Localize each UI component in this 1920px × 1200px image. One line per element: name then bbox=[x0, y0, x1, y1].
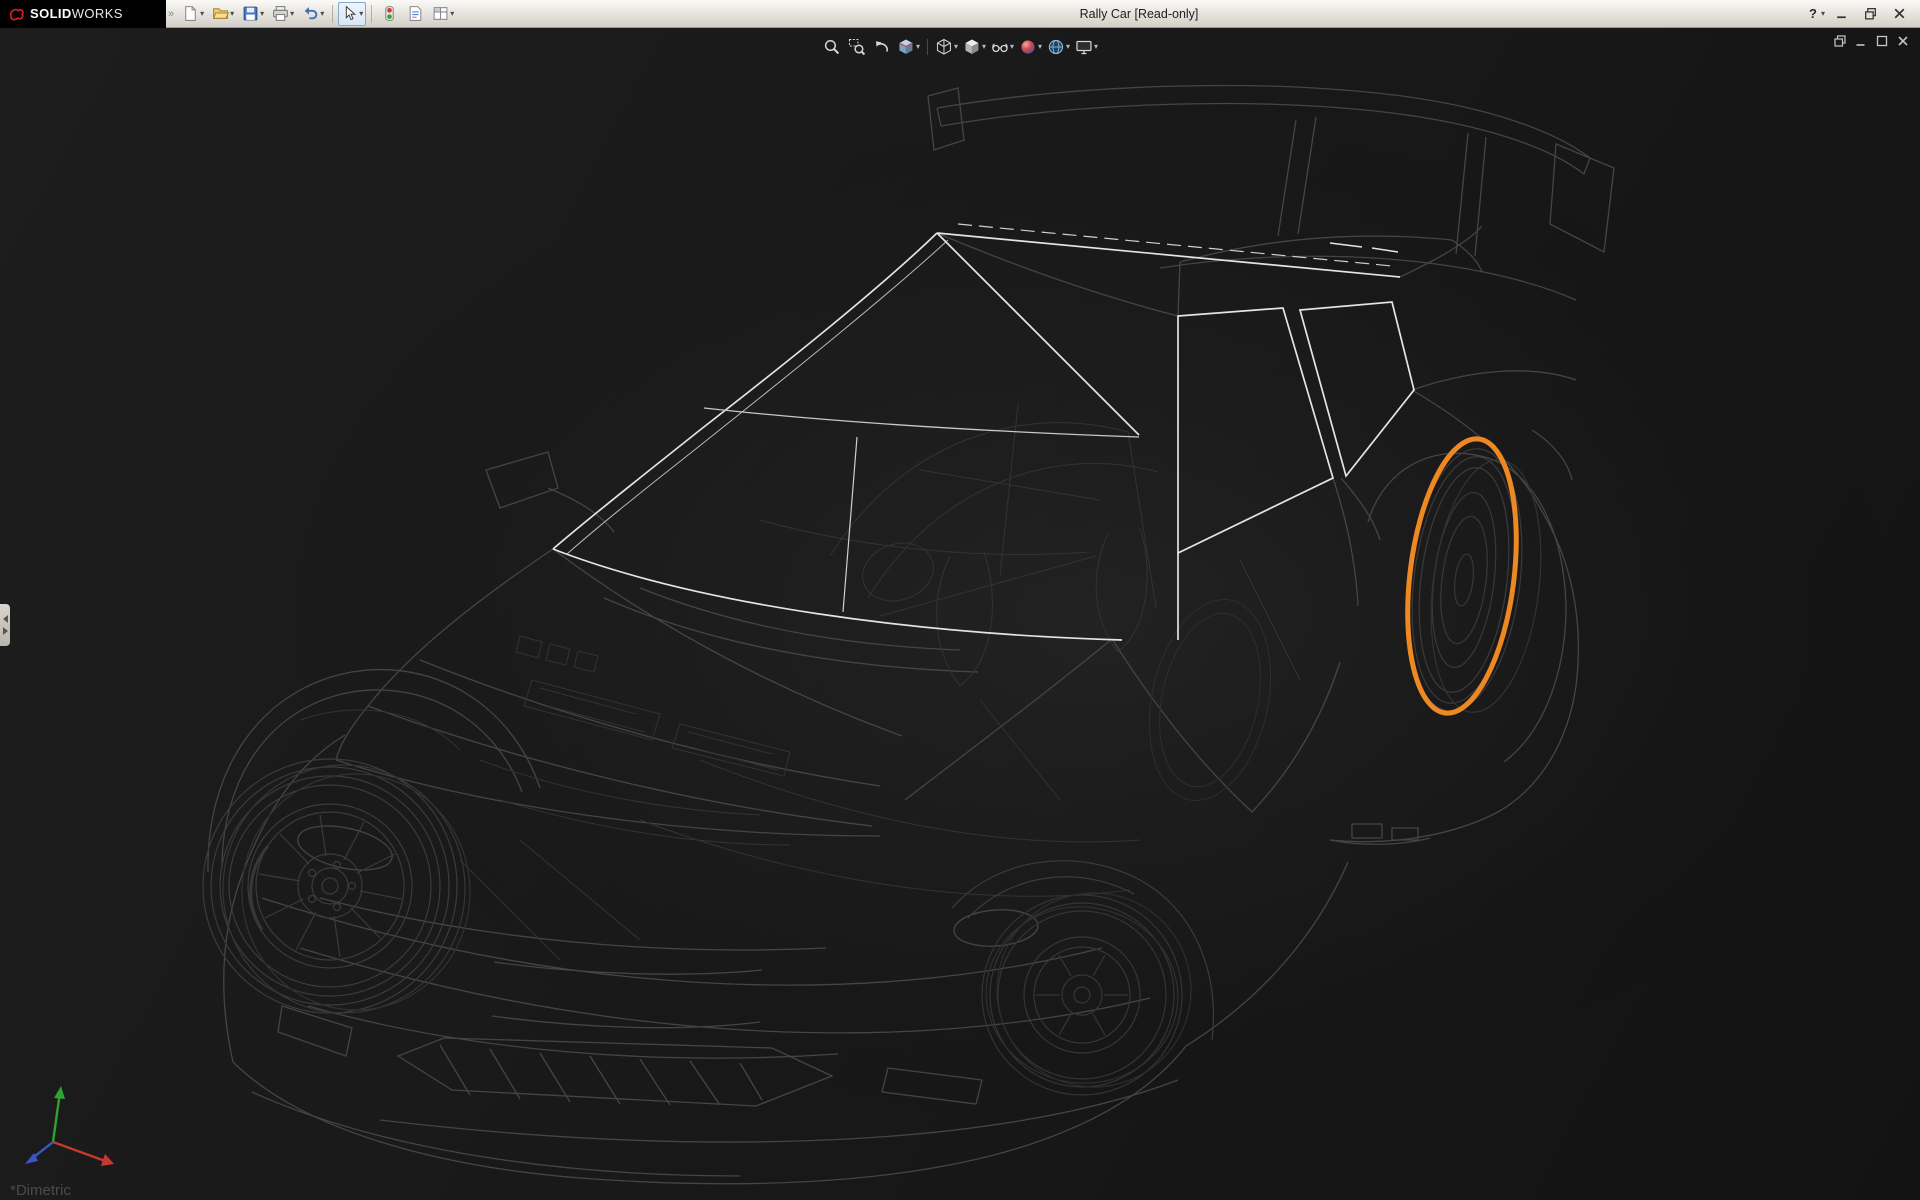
reference-triad bbox=[8, 1074, 128, 1184]
collapse-left-icon bbox=[3, 615, 8, 623]
graphics-viewport[interactable]: ▾ ▾ ▾ ▾ bbox=[0, 28, 1920, 1200]
ambient-glow bbox=[240, 78, 1920, 1158]
dropdown-caret-icon[interactable]: ▾ bbox=[200, 10, 204, 18]
file-properties-icon bbox=[407, 5, 424, 22]
dropdown-caret-icon[interactable]: ▾ bbox=[1038, 43, 1042, 51]
minimize-button[interactable] bbox=[1829, 2, 1853, 26]
dropdown-caret-icon[interactable]: ▾ bbox=[1010, 43, 1014, 51]
view-settings-icon bbox=[1075, 38, 1093, 56]
toolbar-overflow-chevron[interactable]: » bbox=[168, 8, 174, 20]
panel-splitter-handle[interactable] bbox=[0, 604, 10, 646]
close-button[interactable] bbox=[1887, 2, 1911, 26]
toolbar-separator bbox=[332, 5, 333, 23]
view-orientation-icon bbox=[935, 38, 953, 56]
dropdown-caret-icon[interactable]: ▾ bbox=[230, 10, 234, 18]
open-icon bbox=[212, 5, 229, 22]
expand-right-icon bbox=[3, 627, 8, 635]
save-button[interactable]: ▾ bbox=[239, 2, 267, 26]
dropdown-caret-icon[interactable]: ▾ bbox=[359, 10, 363, 18]
file-properties-button[interactable] bbox=[403, 2, 427, 26]
hide-show-items-icon bbox=[991, 38, 1009, 56]
display-style-button[interactable]: ▾ bbox=[961, 35, 988, 59]
print-button[interactable]: ▾ bbox=[269, 2, 297, 26]
document-title: Rally Car [Read-only] bbox=[1080, 0, 1199, 28]
zoom-fit-icon bbox=[823, 38, 841, 56]
toolbar-separator bbox=[371, 5, 372, 23]
close-icon bbox=[1892, 6, 1907, 21]
brand-light: WORKS bbox=[72, 6, 123, 21]
undo-button[interactable]: ▾ bbox=[299, 2, 327, 26]
brand-bold: SOLID bbox=[30, 6, 72, 21]
hide-show-items-button[interactable]: ▾ bbox=[989, 35, 1016, 59]
view-settings-button[interactable]: ▾ bbox=[1073, 35, 1100, 59]
dropdown-caret-icon[interactable]: ▾ bbox=[1821, 10, 1825, 18]
dropdown-caret-icon[interactable]: ▾ bbox=[982, 43, 986, 51]
car-wireframe bbox=[0, 28, 1920, 1200]
options-icon bbox=[432, 5, 449, 22]
restore-down-icon[interactable] bbox=[1833, 34, 1847, 48]
dropdown-caret-icon[interactable]: ▾ bbox=[954, 43, 958, 51]
rebuild-button[interactable] bbox=[377, 2, 401, 26]
dropdown-caret-icon[interactable]: ▾ bbox=[1066, 43, 1070, 51]
open-button[interactable]: ▾ bbox=[209, 2, 237, 26]
titlebar: SOLIDWORKS » ▾ ▾ ▾ ▾ ▾ bbox=[0, 0, 1920, 28]
restore-icon bbox=[1863, 6, 1878, 21]
document-window-controls bbox=[1833, 34, 1910, 48]
new-button[interactable]: ▾ bbox=[179, 2, 207, 26]
undo-icon bbox=[302, 5, 319, 22]
toolbar-separator bbox=[927, 39, 928, 55]
apply-scene-button[interactable]: ▾ bbox=[1045, 35, 1072, 59]
solidworks-logo: SOLIDWORKS bbox=[0, 0, 166, 28]
options-button[interactable]: ▾ bbox=[429, 2, 457, 26]
select-button[interactable]: ▾ bbox=[338, 2, 366, 26]
select-cursor-icon bbox=[341, 5, 358, 22]
titlebar-controls: ? ▾ bbox=[1809, 2, 1920, 26]
minimize-icon[interactable] bbox=[1854, 34, 1868, 48]
zoom-area-button[interactable] bbox=[845, 35, 869, 59]
previous-view-button[interactable] bbox=[870, 35, 894, 59]
headsup-view-toolbar: ▾ ▾ ▾ ▾ bbox=[820, 35, 1100, 59]
dropdown-caret-icon[interactable]: ▾ bbox=[260, 10, 264, 18]
new-document-icon bbox=[182, 5, 199, 22]
dropdown-caret-icon[interactable]: ▾ bbox=[320, 10, 324, 18]
maximize-icon[interactable] bbox=[1875, 34, 1889, 48]
dropdown-caret-icon[interactable]: ▾ bbox=[916, 43, 920, 51]
section-view-button[interactable]: ▾ bbox=[895, 35, 922, 59]
view-orientation-button[interactable]: ▾ bbox=[933, 35, 960, 59]
zoom-area-icon bbox=[848, 38, 866, 56]
save-icon bbox=[242, 5, 259, 22]
previous-view-icon bbox=[873, 38, 891, 56]
apply-scene-icon bbox=[1047, 38, 1065, 56]
rebuild-icon bbox=[381, 5, 398, 22]
minimize-icon bbox=[1834, 6, 1849, 21]
dropdown-caret-icon[interactable]: ▾ bbox=[450, 10, 454, 18]
edit-appearance-button[interactable]: ▾ bbox=[1017, 35, 1044, 59]
section-view-icon bbox=[897, 38, 915, 56]
display-style-icon bbox=[963, 38, 981, 56]
edit-appearance-icon bbox=[1019, 38, 1037, 56]
dassault-mark-icon bbox=[8, 5, 25, 22]
close-icon[interactable] bbox=[1896, 34, 1910, 48]
print-icon bbox=[272, 5, 289, 22]
view-orientation-label: *Dimetric bbox=[10, 1182, 71, 1199]
dropdown-caret-icon[interactable]: ▾ bbox=[1094, 43, 1098, 51]
brand-text: SOLIDWORKS bbox=[30, 6, 123, 21]
help-button[interactable]: ? bbox=[1809, 6, 1817, 21]
dropdown-caret-icon[interactable]: ▾ bbox=[290, 10, 294, 18]
restore-button[interactable] bbox=[1858, 2, 1882, 26]
zoom-fit-button[interactable] bbox=[820, 35, 844, 59]
